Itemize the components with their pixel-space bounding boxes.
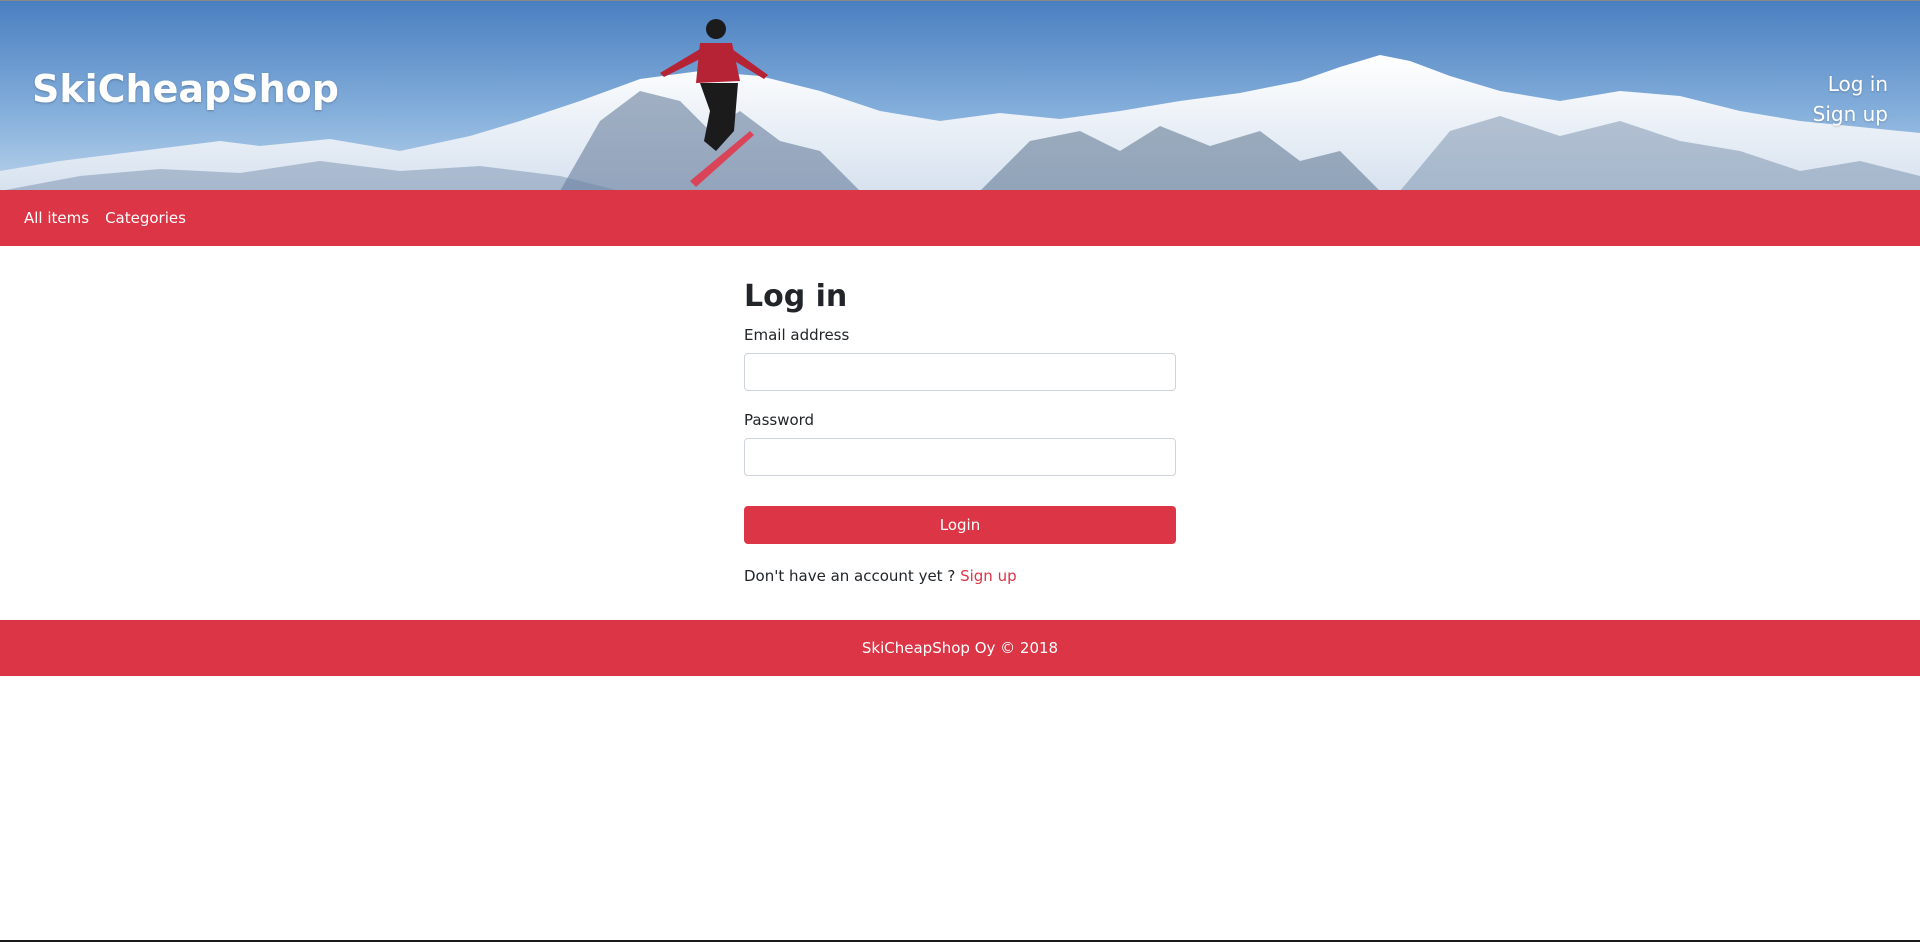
footer-copyright: SkiCheapShop Oy © 2018 <box>861 639 1059 657</box>
header-banner: SkiCheapShop Log in Sign up <box>0 0 1920 190</box>
email-field[interactable] <box>744 353 1176 391</box>
page-title: Log in <box>744 279 848 314</box>
auth-links: Log in Sign up <box>1813 69 1888 129</box>
login-form-container: Log in Email address Password Login Don'… <box>744 246 1176 586</box>
signup-prompt: Don't have an account yet ? Sign up <box>744 566 1176 586</box>
signup-prompt-text: Don't have an account yet ? <box>744 567 956 585</box>
email-label: Email address <box>744 326 850 344</box>
signup-link[interactable]: Sign up <box>960 567 1017 585</box>
nav-item-categories[interactable]: Categories <box>105 209 186 227</box>
nav-item-all-items[interactable]: All items <box>24 209 89 227</box>
brand-logo-link[interactable]: SkiCheapShop <box>32 67 339 111</box>
header-login-link[interactable]: Log in <box>1813 69 1888 99</box>
footer: SkiCheapShop Oy © 2018 <box>0 620 1920 676</box>
main-navbar: All items Categories <box>0 190 1920 246</box>
login-button[interactable]: Login <box>744 506 1176 544</box>
header-signup-link[interactable]: Sign up <box>1813 99 1888 129</box>
password-field[interactable] <box>744 438 1176 476</box>
password-label: Password <box>744 411 815 429</box>
